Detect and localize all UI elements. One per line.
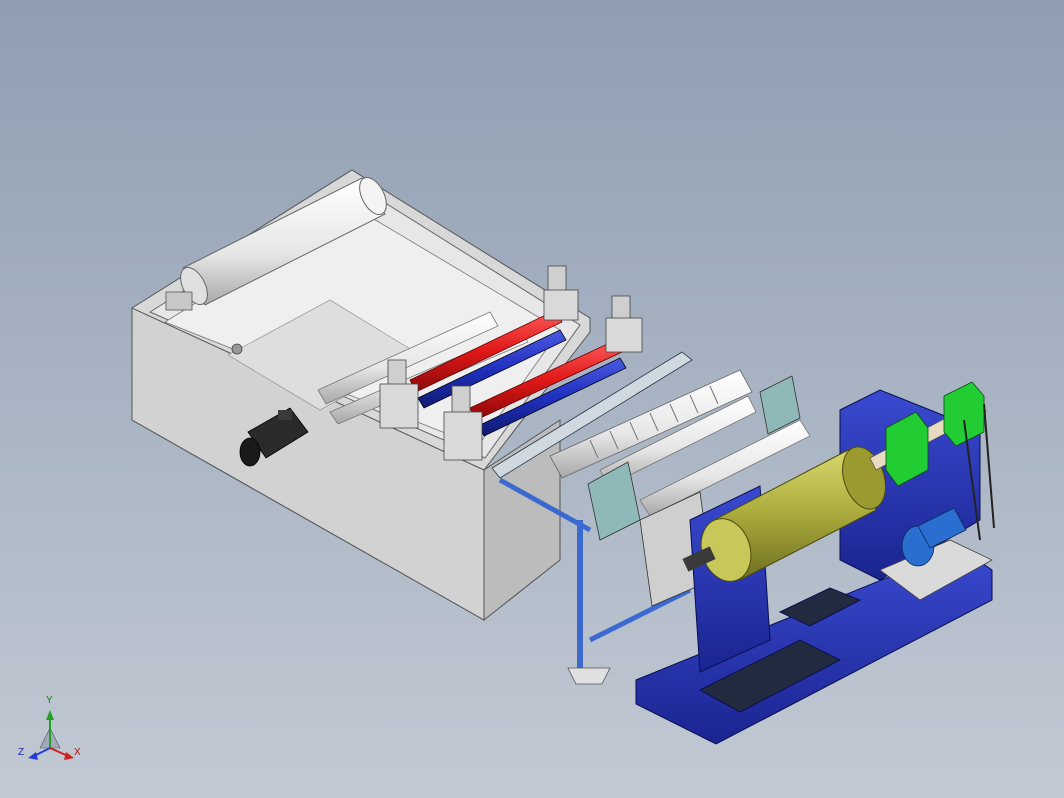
axis-triad: Y X Z	[16, 696, 86, 770]
triad-graphic	[28, 710, 74, 760]
slitter-machine-model[interactable]	[0, 0, 1064, 798]
cad-viewport[interactable]: Y X Z	[0, 0, 1064, 798]
z-axis-arrowhead-icon	[28, 752, 38, 760]
x-axis-label: X	[74, 747, 81, 758]
z-axis-label: Z	[18, 747, 25, 758]
x-axis-arrowhead-icon	[64, 752, 74, 760]
y-axis-arrowhead-icon	[46, 710, 54, 720]
y-axis-label: Y	[46, 695, 53, 706]
